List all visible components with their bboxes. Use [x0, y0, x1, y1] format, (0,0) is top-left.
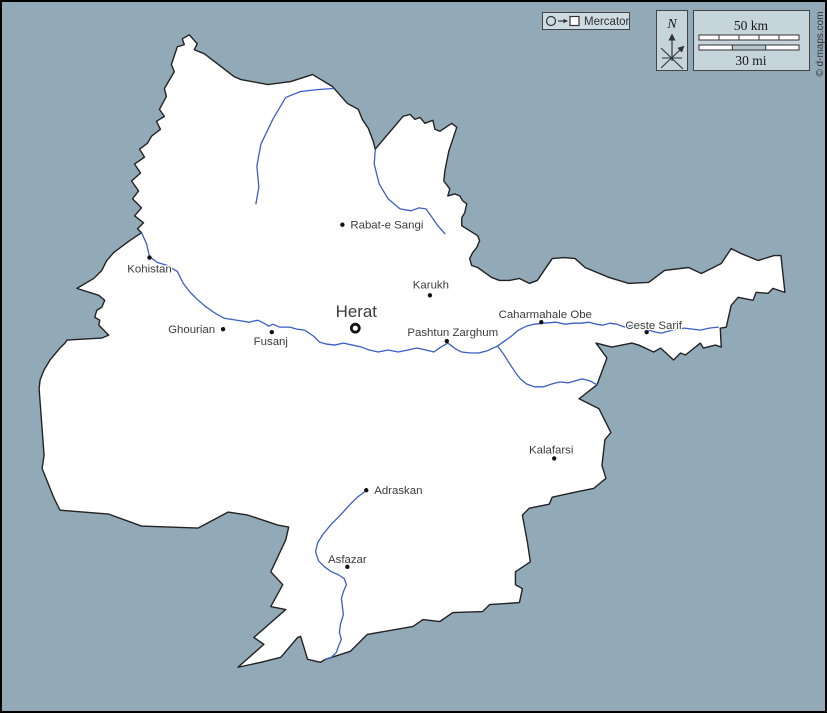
city-label-fusanj: Fusanj — [254, 336, 288, 348]
province-outline — [39, 35, 785, 667]
city-label-pashtun-zarghum: Pashtun Zarghum — [407, 327, 498, 339]
city-label-adraskan: Adraskan — [374, 485, 422, 497]
scale-mi-label: 30 mi — [735, 53, 766, 68]
city-marker-fusanj — [270, 330, 274, 334]
city-label-kalafarsi: Kalafarsi — [529, 444, 573, 456]
capital-marker-herat — [351, 324, 359, 332]
scale-km-bar — [699, 35, 799, 40]
scale-bars: 50 km 30 mi — [694, 11, 809, 70]
scale-mi-bar — [699, 45, 799, 50]
city-marker-kohistan — [147, 255, 151, 259]
city-marker-pashtun-zarghum — [445, 339, 449, 343]
scale-km-label: 50 km — [734, 18, 769, 33]
city-marker-kalafarsi — [552, 456, 556, 460]
city-label-kohistan: Kohistan — [127, 263, 171, 275]
map-svg: Rabat-e Sangi Kohistan Karukh Herat Ghou… — [2, 2, 825, 711]
city-label-ghourian: Ghourian — [168, 324, 215, 336]
globe-circle-icon — [547, 17, 556, 26]
city-label-karukh: Karukh — [413, 279, 449, 291]
compass-rose-icon: N — [657, 11, 687, 70]
city-marker-adraskan — [364, 488, 368, 492]
city-marker-rabat-e-sangi — [340, 223, 344, 227]
map-canvas: Rabat-e Sangi Kohistan Karukh Herat Ghou… — [0, 0, 827, 713]
scale-panel: 50 km 30 mi — [693, 10, 810, 71]
city-marker-ghourian — [221, 327, 225, 331]
city-label-herat: Herat — [336, 302, 378, 321]
copyright-label: © d-maps.com — [815, 4, 827, 84]
projection-label: Mercator — [584, 16, 629, 28]
city-label-ceste-sarif: Ceste Sarif — [625, 320, 682, 332]
compass-panel: N — [656, 10, 688, 71]
projection-symbols: Mercator — [543, 13, 629, 29]
city-label-caharmahale-obe: Caharmahale Obe — [499, 309, 592, 321]
arrow-head-icon — [564, 19, 569, 23]
compass-north-label: N — [666, 17, 677, 32]
projection-legend: Mercator — [542, 12, 630, 30]
square-icon — [570, 17, 579, 26]
city-label-asfazar: Asfazar — [328, 554, 367, 566]
city-label-rabat-e-sangi: Rabat-e Sangi — [350, 220, 423, 232]
city-marker-karukh — [428, 293, 432, 297]
